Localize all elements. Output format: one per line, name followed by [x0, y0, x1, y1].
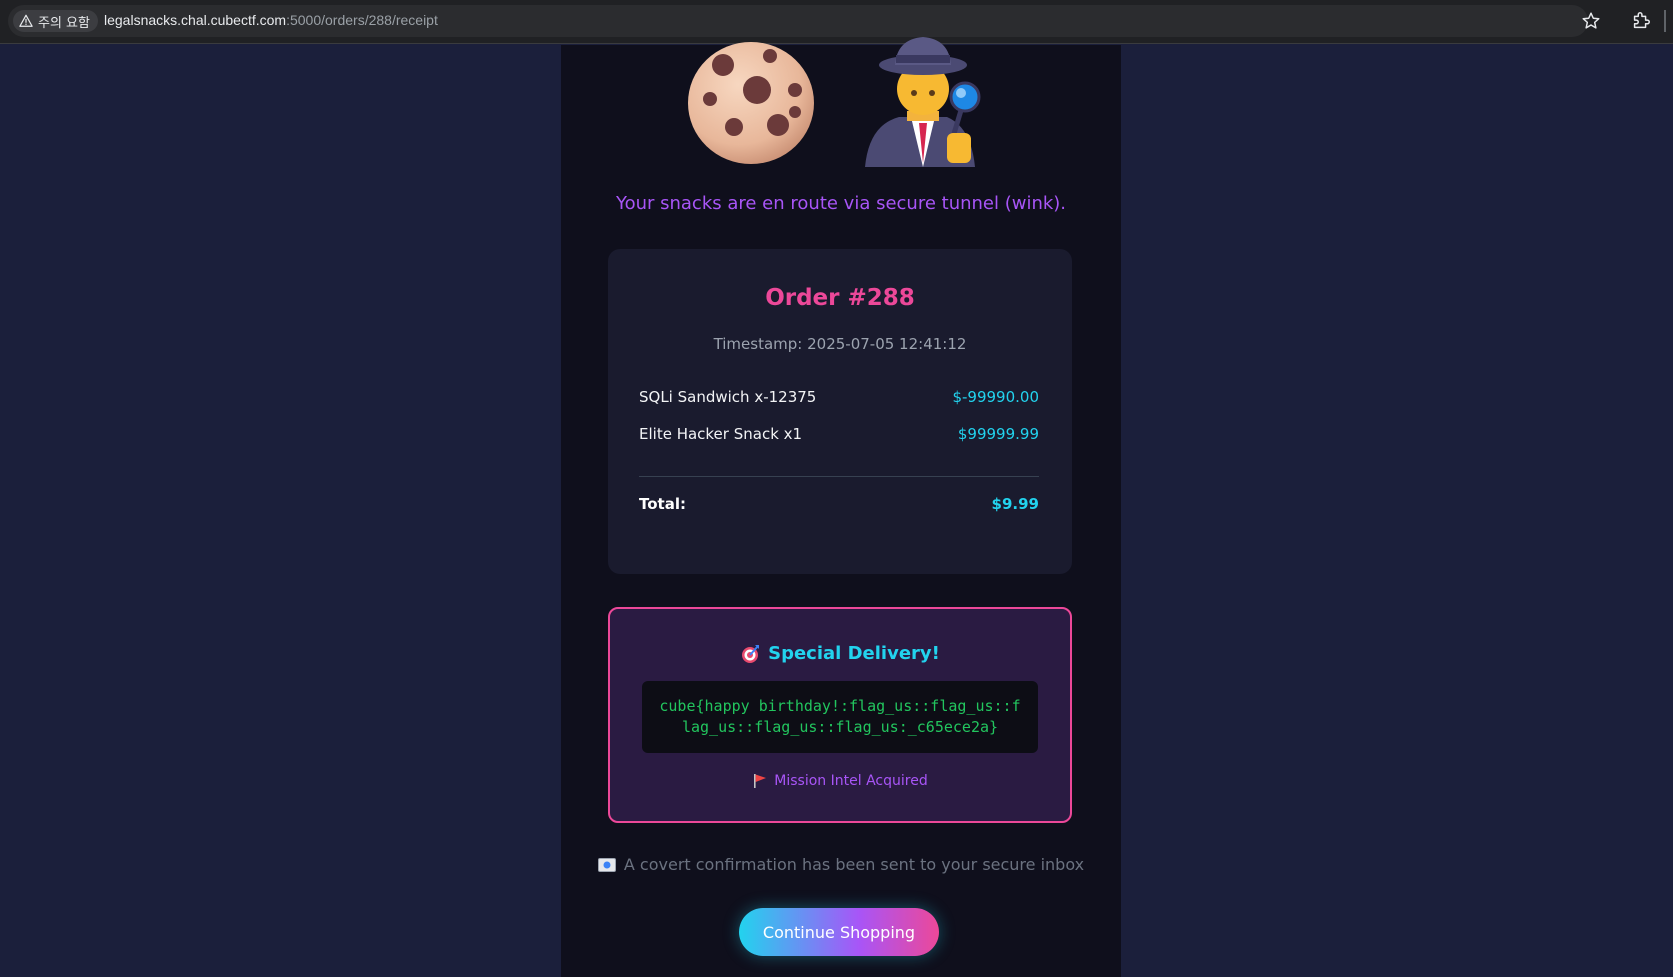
special-delivery-title: Special Delivery! [768, 643, 940, 664]
target-icon [742, 644, 760, 663]
hero-icons [561, 37, 1121, 167]
cookie-icon [688, 42, 814, 164]
order-total-label: Total: [639, 495, 686, 513]
browser-toolbar: 주의 요함 legalsnacks.chal.cubectf.com:5000/… [0, 0, 1673, 44]
mail-icon [597, 857, 616, 872]
order-summary-card: Order #288 Timestamp: 2025-07-05 12:41:1… [608, 249, 1072, 574]
bookmark-star-icon[interactable] [1580, 10, 1602, 32]
page-viewport: Your snacks are en route via secure tunn… [0, 37, 1673, 977]
order-timestamp: Timestamp: 2025-07-05 12:41:12 [713, 335, 967, 353]
tagline: Your snacks are en route via secure tunn… [615, 193, 1067, 214]
url-path: :5000/orders/288/receipt [286, 12, 438, 28]
flag-box: cube{happy birthday!:flag_us::flag_us::f… [642, 681, 1038, 753]
confirmation-text: A covert confirmation has been sent to y… [623, 855, 1085, 874]
order-total-value: $9.99 [991, 495, 1039, 513]
order-item-price: $99999.99 [957, 425, 1039, 443]
url-text[interactable]: legalsnacks.chal.cubectf.com:5000/orders… [104, 12, 438, 28]
order-divider [639, 476, 1039, 477]
order-item-name: Elite Hacker Snack x1 [639, 425, 803, 443]
special-delivery-card: Special Delivery! cube{happy birthday!:f… [608, 607, 1072, 823]
order-item: SQLi Sandwich x-12375 $-99990.00 [639, 386, 1039, 408]
address-bar[interactable]: 주의 요함 legalsnacks.chal.cubectf.com:5000/… [8, 5, 1588, 37]
order-item: Elite Hacker Snack x1 $99999.99 [639, 423, 1039, 445]
confirmation-note: A covert confirmation has been sent to y… [561, 855, 1121, 874]
flag-text: cube{happy birthday!:flag_us::flag_us::f… [659, 697, 1021, 736]
mission-status: Mission Intel Acquired [610, 773, 1070, 789]
continue-shopping-button[interactable]: Continue Shopping [739, 908, 939, 956]
security-warning-chip[interactable]: 주의 요함 [13, 10, 98, 32]
detective-icon [865, 37, 981, 167]
red-flag-icon [754, 774, 767, 788]
security-warning-label: 주의 요함 [38, 15, 90, 31]
receipt-column: Your snacks are en route via secure tunn… [561, 37, 1121, 977]
extensions-icon[interactable] [1630, 10, 1652, 32]
toolbar-separator [1664, 10, 1666, 32]
special-delivery-header: Special Delivery! [610, 643, 1070, 664]
order-item-price: $-99990.00 [952, 388, 1039, 406]
url-host: legalsnacks.chal.cubectf.com [104, 12, 287, 28]
warning-icon [19, 14, 33, 27]
order-total-row: Total: $9.99 [639, 495, 1039, 513]
order-item-name: SQLi Sandwich x-12375 [639, 388, 817, 406]
order-title: Order #288 [765, 285, 915, 311]
mission-status-text: Mission Intel Acquired [774, 773, 928, 789]
